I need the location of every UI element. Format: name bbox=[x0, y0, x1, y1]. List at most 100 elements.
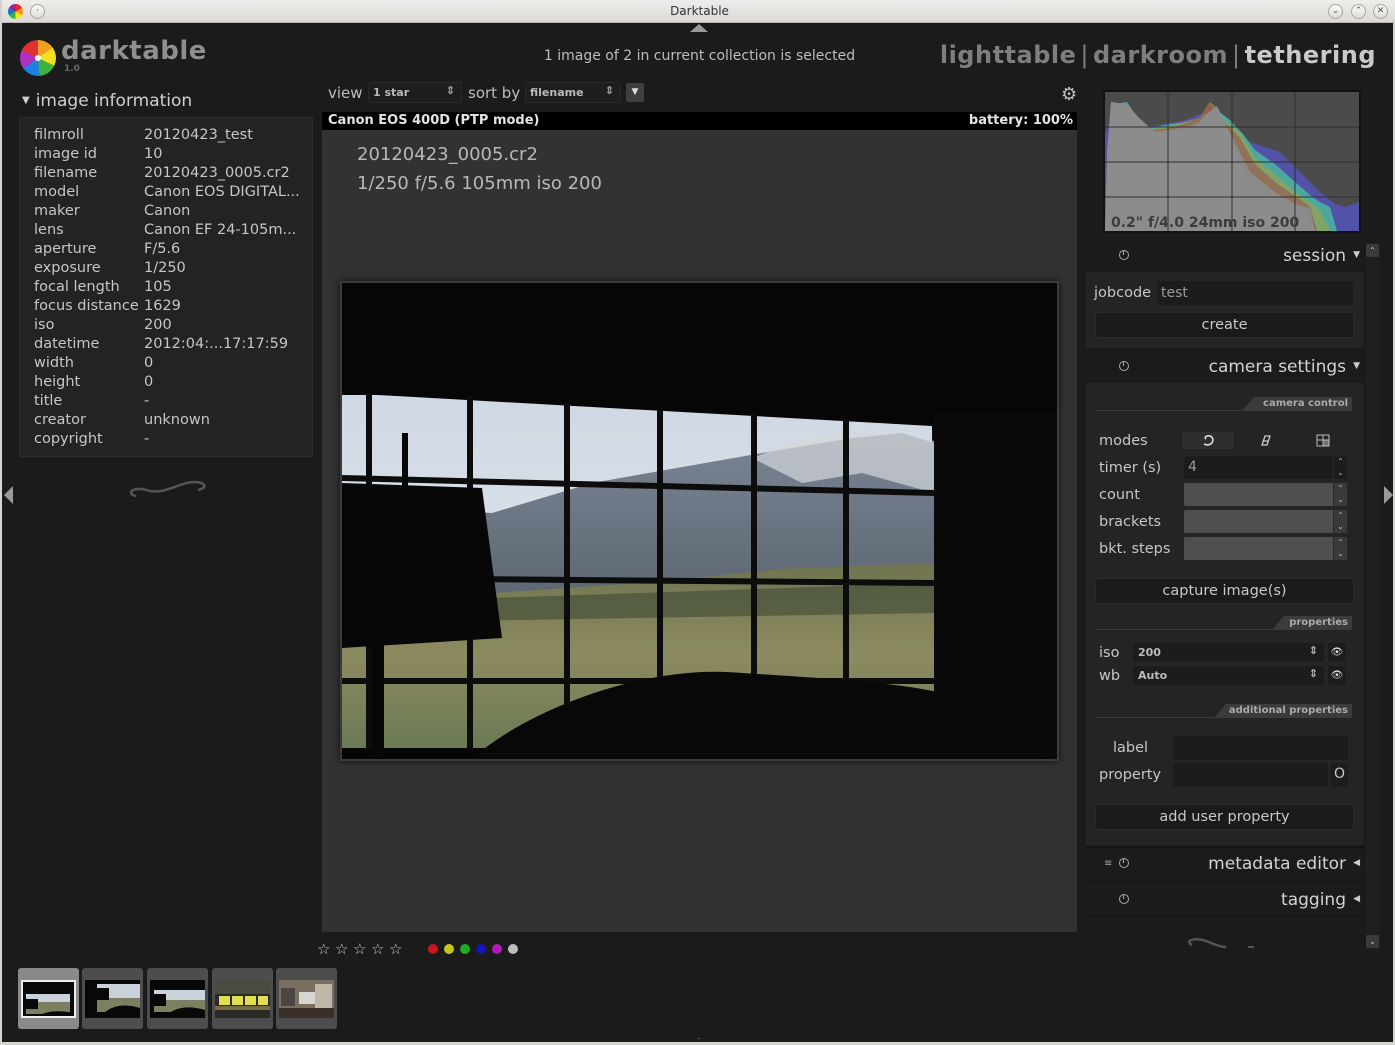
info-key: lens bbox=[34, 222, 64, 238]
session-module-header[interactable]: session ▼ bbox=[1086, 240, 1364, 272]
info-key: height bbox=[34, 374, 81, 390]
bracket-mode-icon bbox=[1316, 434, 1330, 447]
info-key: filename bbox=[34, 165, 98, 181]
preview-image[interactable] bbox=[340, 281, 1059, 761]
collapse-top-panel-arrow[interactable] bbox=[690, 24, 708, 32]
version-label: 1.0 bbox=[64, 64, 80, 74]
timer-spinner[interactable]: 4 ⌃ ⌄ bbox=[1183, 455, 1348, 480]
color-label-yellow[interactable] bbox=[444, 944, 454, 954]
view-separator: | bbox=[1231, 41, 1241, 69]
updown-icon: ⇕ bbox=[604, 84, 614, 97]
image-information-header[interactable]: ▼ image information bbox=[22, 91, 192, 111]
create-button[interactable]: create bbox=[1095, 312, 1354, 338]
count-spinner[interactable]: ⌃ ⌄ bbox=[1183, 482, 1348, 507]
view-darkroom[interactable]: darkroom bbox=[1093, 41, 1228, 69]
camera-settings-module-header[interactable]: camera settings ▼ bbox=[1086, 351, 1364, 383]
color-label-blue[interactable] bbox=[476, 944, 486, 954]
camera-model: Canon EOS 400D (PTP mode) bbox=[328, 113, 540, 128]
power-icon[interactable] bbox=[1119, 361, 1129, 371]
power-icon[interactable] bbox=[1119, 894, 1129, 904]
wb-value: Auto bbox=[1138, 669, 1168, 682]
info-key: creator bbox=[34, 412, 86, 428]
info-row: focal length 105 bbox=[34, 279, 172, 295]
color-label-gray[interactable] bbox=[508, 944, 518, 954]
minimize-button[interactable]: ⌄ bbox=[1328, 4, 1343, 19]
info-row: datetime 2012:04:...17:17:59 bbox=[34, 336, 288, 352]
wb-dropdown[interactable]: Auto ⇕ bbox=[1132, 665, 1325, 686]
center-view: 20120423_0005.cr2 1/250 f/5.6 105mm iso … bbox=[322, 130, 1077, 932]
count-label: count bbox=[1099, 487, 1140, 503]
info-row: filename 20120423_0005.cr2 bbox=[34, 165, 290, 181]
module-title: camera settings bbox=[1208, 357, 1346, 377]
color-label-green[interactable] bbox=[460, 944, 470, 954]
label-input[interactable] bbox=[1172, 735, 1349, 761]
sequence-mode-icon bbox=[1261, 435, 1271, 446]
add-user-property-button[interactable]: add user property bbox=[1095, 804, 1354, 830]
tagging-module-header[interactable]: tagging ◀ bbox=[1086, 884, 1364, 916]
filmstrip-thumb-2[interactable] bbox=[82, 968, 143, 1029]
star-4-icon[interactable]: ☆ bbox=[371, 940, 384, 958]
spin-arrows-icon[interactable]: ⌃ ⌄ bbox=[1333, 456, 1347, 479]
sequence-mode-button[interactable] bbox=[1254, 432, 1278, 449]
collection-toolbar: view 1 star ⇕ sort by filename ⇕ ▼ bbox=[322, 80, 1077, 106]
image-information-panel: filmroll 20120423_test image id 10 filename 2… bbox=[19, 117, 313, 457]
scroll-up-icon[interactable]: ⌃ bbox=[1366, 244, 1379, 257]
info-value: 0 bbox=[144, 374, 154, 390]
property-input[interactable] bbox=[1172, 762, 1329, 788]
filmstrip-thumb-5[interactable] bbox=[276, 968, 337, 1029]
iso-eye-icon[interactable]: 👁 bbox=[1327, 642, 1347, 663]
filmstrip-thumb-3[interactable] bbox=[147, 968, 208, 1029]
power-icon[interactable] bbox=[1119, 858, 1129, 868]
timer-mode-button[interactable] bbox=[1182, 432, 1234, 449]
collapse-right-panel-arrow[interactable] bbox=[1384, 486, 1393, 504]
bracket-mode-button[interactable] bbox=[1312, 432, 1336, 449]
star-2-icon[interactable]: ☆ bbox=[335, 940, 348, 958]
info-key: aperture bbox=[34, 241, 97, 257]
filmstrip-thumb-4[interactable] bbox=[212, 968, 273, 1029]
brackets-spinner[interactable]: ⌃ ⌄ bbox=[1183, 509, 1348, 534]
spin-arrows-icon[interactable]: ⌃ ⌄ bbox=[1333, 537, 1347, 560]
star-5-icon[interactable]: ☆ bbox=[389, 940, 402, 958]
info-row: copyright - bbox=[34, 431, 149, 447]
scroll-down-icon[interactable]: ⌄ bbox=[1366, 935, 1379, 948]
camera-settings-module-body: camera control modes timer (s) 4 ⌃ ⌄ coun… bbox=[1086, 383, 1364, 845]
maximize-button[interactable]: ⌃ bbox=[1351, 4, 1366, 19]
view-filter-combo[interactable]: 1 star ⇕ bbox=[368, 82, 462, 103]
histogram[interactable]: 0.2" f/4.0 24mm iso 200 bbox=[1103, 90, 1361, 233]
info-value: Canon bbox=[144, 203, 191, 219]
gear-icon[interactable]: ⚙ bbox=[1061, 84, 1077, 105]
spin-arrows-icon[interactable]: ⌃ ⌄ bbox=[1333, 483, 1347, 506]
view-lighttable[interactable]: lighttable bbox=[940, 41, 1077, 69]
color-label-red[interactable] bbox=[428, 944, 438, 954]
star-3-icon[interactable]: ☆ bbox=[353, 940, 366, 958]
right-panel-scrollbar[interactable]: ⌃ ⌄ bbox=[1364, 243, 1380, 950]
color-label-purple[interactable] bbox=[492, 944, 502, 954]
wb-eye-icon[interactable]: 👁 bbox=[1327, 665, 1347, 686]
info-value: 20120423_test bbox=[144, 127, 253, 143]
capture-images-button[interactable]: capture image(s) bbox=[1095, 578, 1354, 604]
iso-dropdown[interactable]: 200 ⇕ bbox=[1132, 642, 1325, 663]
module-title: session bbox=[1283, 246, 1346, 266]
collapse-left-panel-arrow[interactable] bbox=[4, 486, 13, 504]
bkt-steps-spinner[interactable]: ⌃ ⌄ bbox=[1183, 536, 1348, 561]
presets-icon[interactable]: ≡ bbox=[1104, 858, 1112, 869]
power-icon[interactable] bbox=[1119, 250, 1129, 260]
updown-icon: ⇕ bbox=[445, 84, 455, 97]
sort-by-combo[interactable]: filename ⇕ bbox=[525, 82, 621, 103]
info-value: 200 bbox=[144, 317, 172, 333]
updown-icon: ⇕ bbox=[1308, 644, 1318, 657]
sort-by-value: filename bbox=[530, 86, 584, 99]
close-button[interactable]: ✕ bbox=[1373, 4, 1388, 19]
spin-arrows-icon[interactable]: ⌃ ⌄ bbox=[1333, 510, 1347, 533]
property-select-button[interactable]: O bbox=[1330, 762, 1349, 788]
filmstrip-thumb-1[interactable] bbox=[18, 968, 79, 1029]
module-title: image information bbox=[35, 91, 193, 111]
sort-direction-button[interactable]: ▼ bbox=[626, 83, 644, 102]
info-key: title bbox=[34, 393, 63, 409]
jobcode-input[interactable]: test bbox=[1156, 280, 1354, 306]
info-value: F/5.6 bbox=[144, 241, 181, 257]
metadata-editor-module-header[interactable]: ≡ metadata editor ◀ bbox=[1086, 848, 1364, 880]
logo-text: darktable bbox=[61, 36, 207, 66]
star-1-icon[interactable]: ☆ bbox=[317, 940, 330, 958]
view-tethering[interactable]: tethering bbox=[1245, 41, 1376, 69]
